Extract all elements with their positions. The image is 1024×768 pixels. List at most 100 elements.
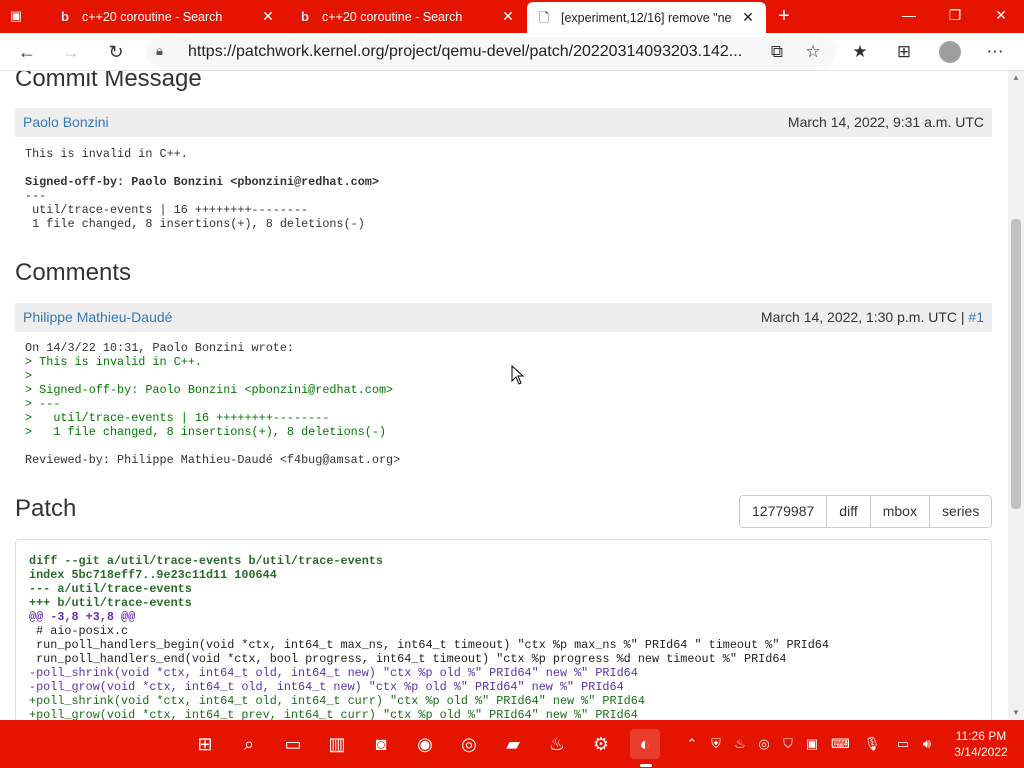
bing-icon: b <box>61 8 69 24</box>
file-explorer-icon[interactable]: ▰ <box>498 729 528 759</box>
comment-meta-bar: Philippe Mathieu-Daudé March 14, 2022, 1… <box>15 303 992 332</box>
tab-actions-icon[interactable]: ▣ <box>8 8 24 24</box>
diff-button[interactable]: diff <box>826 496 870 527</box>
close-window-button[interactable]: ✕ <box>978 0 1024 30</box>
diffstat-line: util/trace-events | 16 ++++++++-------- <box>25 203 309 217</box>
comment-date-text: March 14, 2022, 1:30 p.m. UTC <box>760 309 957 325</box>
keyboard-icon[interactable]: ⌨ <box>831 734 850 754</box>
chrome-icon[interactable]: ◎ <box>454 729 484 759</box>
patch-button-group: 12779987 diff mbox series <box>739 495 993 528</box>
refresh-button[interactable]: ↻ <box>103 39 129 65</box>
diff-header-line: index 5bc718eff7..9e23c11d11 100644 <box>29 568 277 582</box>
favorites-icon[interactable]: ★ <box>847 39 873 65</box>
tab-title: c++20 coroutine - Search <box>82 9 223 24</box>
comment-intro: On 14/3/22 10:31, Paolo Bonzini wrote: <box>25 341 295 355</box>
quote-line: > <box>25 369 33 383</box>
signed-off-line: Signed-off-by: Paolo Bonzini <pbonzini@r… <box>25 175 379 189</box>
camera-icon[interactable]: ▣ <box>803 734 821 754</box>
date-separator: | <box>957 309 969 325</box>
tab-search-2[interactable]: b c++20 coroutine - Search ✕ <box>288 0 526 33</box>
clock-date: 3/14/2022 <box>954 745 1008 759</box>
comment-author-link[interactable]: Philippe Mathieu-Daudé <box>23 303 172 332</box>
commit-author-link[interactable]: Paolo Bonzini <box>23 108 109 137</box>
new-tab-button[interactable]: + <box>774 5 794 27</box>
commit-message-heading: Commit Message <box>15 71 202 92</box>
patch-id-button[interactable]: 12779987 <box>740 496 827 527</box>
diff-text: diff --git a/util/trace-events b/util/tr… <box>29 554 829 720</box>
diff-context-line: # aio-posix.c <box>29 624 129 638</box>
reader-mode-icon[interactable]: ⧉ <box>764 39 790 65</box>
widgets-icon[interactable]: ▥ <box>322 729 352 759</box>
collections-icon[interactable]: ⊞ <box>891 39 917 65</box>
comment-anchor-link[interactable]: #1 <box>968 309 984 325</box>
scroll-up-icon[interactable]: ▲ <box>1012 74 1020 82</box>
page-icon: 🗋 <box>538 9 550 25</box>
diffstat-summary: 1 file changed, 8 insertions(+), 8 delet… <box>25 217 365 231</box>
steam-icon[interactable]: ♨ <box>542 729 572 759</box>
diff-removed-line: -poll_shrink(void *ctx, int64_t old, int… <box>29 666 638 680</box>
diff-hunk-line: @@ -3,8 +3,8 @@ <box>29 610 136 624</box>
shield-icon[interactable]: ⛉ <box>779 734 797 754</box>
close-icon[interactable]: ✕ <box>260 8 276 25</box>
firefox-icon[interactable]: ◉ <box>410 729 440 759</box>
settings-icon[interactable]: ⚙ <box>586 729 616 759</box>
comments-heading: Comments <box>15 259 132 286</box>
active-app-indicator <box>640 764 652 767</box>
url-text[interactable]: https://patchwork.kernel.org/project/qem… <box>188 43 742 61</box>
avatar[interactable] <box>939 41 961 63</box>
tab-title: [experiment,12/16] remove "new <box>561 10 732 25</box>
microphone-icon[interactable]: 🎙︎ <box>863 734 881 754</box>
comment-body: On 14/3/22 10:31, Paolo Bonzini wrote: >… <box>25 341 400 467</box>
back-button[interactable]: ← <box>14 39 40 65</box>
start-icon[interactable]: ⊞ <box>190 729 220 759</box>
scroll-thumb[interactable] <box>1011 219 1021 509</box>
mouse-cursor-icon <box>511 365 525 385</box>
vertical-scrollbar[interactable]: ▲ ▼ <box>1008 71 1024 720</box>
add-favorite-icon[interactable]: ☆ <box>800 39 826 65</box>
lock-icon[interactable]: 🔒︎ <box>156 43 172 61</box>
patch-heading: Patch <box>15 495 77 522</box>
restore-button[interactable]: ❐ <box>932 0 978 30</box>
taskbar: ⊞ ⌕ ▭ ▥ ◙ ◉ ◎ ▰ ♨ ⚙ ◐ ⌃ ⛨ ♨ ◎ ⛉ ▣ ⌨ 🎙︎ ▭… <box>0 720 1024 768</box>
chat-icon[interactable]: ◙ <box>366 729 396 759</box>
display-icon[interactable]: ▭ <box>894 734 912 754</box>
forward-button[interactable]: → <box>58 39 84 65</box>
mbox-button[interactable]: mbox <box>869 496 929 527</box>
steam-tray-icon[interactable]: ♨ <box>731 734 749 754</box>
diff-header-line: +++ b/util/trace-events <box>29 596 192 610</box>
commit-date: March 14, 2022, 9:31 a.m. UTC <box>787 114 984 130</box>
reviewed-by-line: Reviewed-by: Philippe Mathieu-Daudé <f4b… <box>25 453 401 467</box>
comment-date: March 14, 2022, 1:30 p.m. UTC | #1 <box>761 303 984 332</box>
minimize-button[interactable]: — <box>886 0 932 30</box>
diff-added-line: +poll_shrink(void *ctx, int64_t old, int… <box>29 694 645 708</box>
close-icon[interactable]: ✕ <box>740 9 756 26</box>
search-icon[interactable]: ⌕ <box>234 729 264 759</box>
chevron-up-icon[interactable]: ⌃ <box>683 734 701 754</box>
quote-line: > This is invalid in C++. <box>25 355 202 369</box>
diff-removed-line: -poll_grow(void *ctx, int64_t old, int64… <box>29 680 624 694</box>
series-button[interactable]: series <box>928 496 992 527</box>
quote-line: > 1 file changed, 8 insertions(+), 8 del… <box>25 425 387 439</box>
diff-added-line: +poll_grow(void *ctx, int64_t prev, int6… <box>29 708 638 720</box>
page-content: Commit Message Paolo Bonzini March 14, 2… <box>0 71 1008 720</box>
address-bar[interactable]: 🔒︎ https://patchwork.kernel.org/project/… <box>146 37 836 67</box>
diff-context-line: run_poll_handlers_begin(void *ctx, int64… <box>29 638 829 652</box>
navigation-bar: ← → ↻ 🔒︎ https://patchwork.kernel.org/pr… <box>0 33 1024 71</box>
volume-icon[interactable]: 🔊︎ <box>918 734 936 754</box>
scroll-down-icon[interactable]: ▼ <box>1012 709 1020 717</box>
system-clock[interactable]: 11:26 PM 3/14/2022 <box>946 728 1016 760</box>
task-view-icon[interactable]: ▭ <box>278 729 308 759</box>
patch-diff: diff --git a/util/trace-events b/util/tr… <box>15 539 992 720</box>
tab-bar: ▣ b c++20 coroutine - Search ✕ b c++20 c… <box>0 0 1024 33</box>
close-icon[interactable]: ✕ <box>500 8 516 25</box>
commit-line: This is invalid in C++. <box>25 147 188 161</box>
more-menu-icon[interactable]: ⋯ <box>982 39 1008 65</box>
chrome-tray-icon[interactable]: ◎ <box>755 734 773 754</box>
tab-search-1[interactable]: b c++20 coroutine - Search ✕ <box>48 0 286 33</box>
edge-icon[interactable]: ◐ <box>630 729 660 759</box>
quote-line: > util/trace-events | 16 ++++++++-------… <box>25 411 330 425</box>
commit-meta-bar: Paolo Bonzini March 14, 2022, 9:31 a.m. … <box>15 108 992 137</box>
security-icon[interactable]: ⛨ <box>707 734 725 754</box>
bing-icon: b <box>301 8 309 24</box>
tab-patch-active[interactable]: 🗋 [experiment,12/16] remove "new ✕ <box>527 2 766 33</box>
